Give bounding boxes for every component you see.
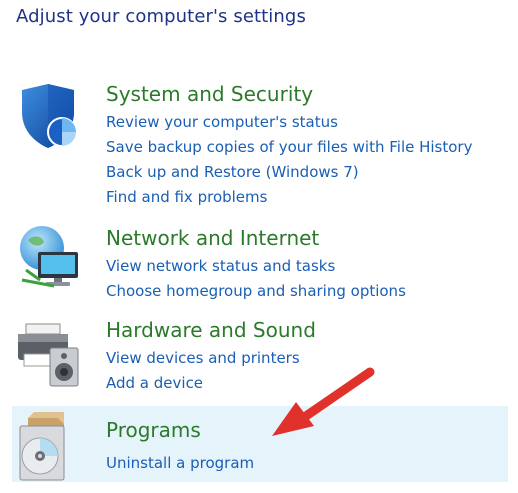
link-network-status[interactable]: View network status and tasks: [106, 257, 335, 275]
link-homegroup-sharing[interactable]: Choose homegroup and sharing options: [106, 282, 406, 300]
category-hardware-and-sound: Hardware and Sound View devices and prin…: [0, 316, 518, 402]
link-add-device[interactable]: Add a device: [106, 374, 203, 392]
shield-icon[interactable]: [14, 82, 84, 152]
category-title[interactable]: System and Security: [106, 82, 313, 106]
category-title[interactable]: Network and Internet: [106, 226, 319, 250]
category-title[interactable]: Hardware and Sound: [106, 318, 316, 342]
link-uninstall-program[interactable]: Uninstall a program: [106, 454, 254, 472]
link-find-fix-problems[interactable]: Find and fix problems: [106, 188, 267, 206]
category-network-and-internet: Network and Internet View network status…: [0, 222, 518, 312]
category-system-and-security: System and Security Review your computer…: [0, 80, 518, 210]
category-programs[interactable]: Programs Uninstall a program: [12, 406, 508, 482]
network-globe-icon[interactable]: [14, 222, 84, 292]
link-backup-restore[interactable]: Back up and Restore (Windows 7): [106, 163, 359, 181]
control-panel-page: Adjust your computer's settings System a…: [0, 0, 518, 493]
red-arrow-icon: [262, 360, 382, 440]
programs-disc-icon[interactable]: [14, 412, 84, 482]
link-review-status[interactable]: Review your computer's status: [106, 113, 338, 131]
printer-speaker-icon[interactable]: [14, 318, 84, 388]
category-title[interactable]: Programs: [106, 418, 201, 442]
link-file-history[interactable]: Save backup copies of your files with Fi…: [106, 138, 472, 156]
page-title: Adjust your computer's settings: [16, 6, 306, 27]
